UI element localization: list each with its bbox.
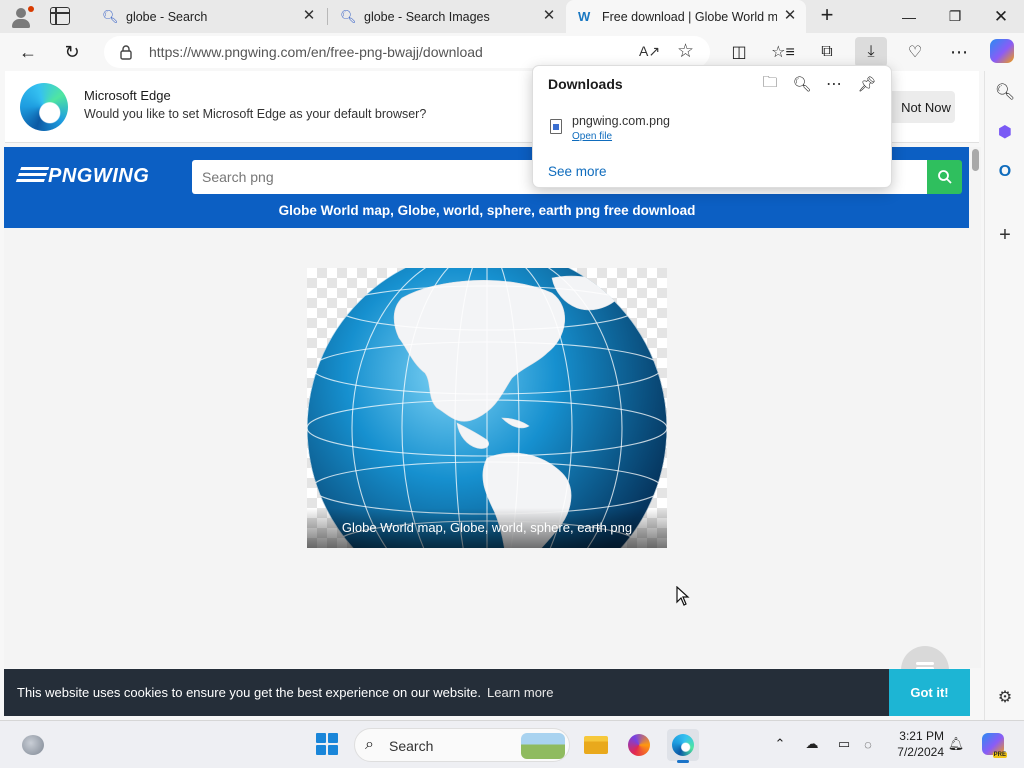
- profile-icon[interactable]: [8, 4, 34, 30]
- globe-image: [307, 268, 667, 548]
- downloaded-file-name[interactable]: pngwing.com.png: [572, 114, 670, 128]
- png-preview-image[interactable]: Globe World map, Globe, world, sphere, e…: [307, 268, 667, 548]
- minimize-button[interactable]: —: [886, 0, 932, 33]
- taskbar-search-label: Search: [389, 738, 434, 754]
- site-search-button[interactable]: [927, 160, 962, 194]
- read-aloud-icon[interactable]: A↗: [639, 43, 660, 60]
- weather-widget-icon[interactable]: [22, 735, 44, 755]
- search-icon[interactable]: 🔍︎: [994, 81, 1016, 103]
- windows-taskbar: ⌕ Search ⌃ ☁ ▭ ◌ 3:21 PM 7/2/2024 🔔︎ PRE: [0, 720, 1024, 768]
- copilot-taskbar-icon[interactable]: PRE: [982, 733, 1007, 758]
- infobar-message: Would you like to set Microsoft Edge as …: [84, 107, 427, 121]
- edge-logo-icon: [20, 83, 68, 131]
- search-icon: 🔍︎: [102, 8, 119, 24]
- tab-title: globe - Search: [126, 9, 208, 24]
- settings-more-icon[interactable]: ⋯: [943, 37, 975, 67]
- search-placeholder: Search png: [202, 169, 274, 185]
- scrollbar-thumb[interactable]: [972, 149, 979, 171]
- search-icon: 🔍︎: [340, 8, 357, 24]
- collections-icon[interactable]: ⧉: [811, 37, 843, 67]
- show-hidden-icons-chevron-icon[interactable]: ⌃: [770, 734, 790, 754]
- mouse-cursor-icon: [676, 586, 690, 606]
- preview-badge: PRE: [992, 752, 1007, 758]
- tab-free-download[interactable]: W Free download | Globe World map, Globe…: [566, 0, 806, 33]
- close-tab-icon[interactable]: ✕: [782, 8, 798, 24]
- close-tab-icon[interactable]: ✕: [541, 8, 557, 24]
- edge-sidebar: 🔍︎ ⬢ O + ⚙: [984, 71, 1024, 720]
- back-button[interactable]: ←: [13, 37, 43, 67]
- notification-bell-icon[interactable]: 🔔︎: [946, 734, 966, 754]
- split-screen-icon[interactable]: ◫: [723, 37, 755, 67]
- search-icon: [937, 170, 952, 184]
- browser-essentials-icon[interactable]: ♡: [899, 37, 931, 67]
- system-clock[interactable]: 3:21 PM 7/2/2024: [884, 728, 944, 760]
- downloads-flyout: Downloads 🗀︎ 🔍︎ ⋯ 📌︎ pngwing.com.png Ope…: [532, 65, 892, 188]
- firefox-icon[interactable]: [623, 729, 655, 761]
- tab-actions-icon[interactable]: [50, 7, 70, 25]
- pngwing-favicon-icon: W: [578, 9, 591, 24]
- page-scrollbar[interactable]: [969, 147, 981, 668]
- wing-logo-icon: [14, 167, 50, 185]
- add-sidebar-app-icon[interactable]: +: [994, 224, 1016, 246]
- file-explorer-icon[interactable]: [580, 729, 612, 761]
- image-caption: Globe World map, Globe, world, sphere, e…: [307, 508, 667, 548]
- favorites-icon[interactable]: ☆≡: [767, 37, 799, 67]
- clock-time: 3:21 PM: [899, 729, 944, 743]
- new-tab-button[interactable]: +: [816, 4, 838, 28]
- restore-button[interactable]: ❐: [932, 0, 978, 33]
- more-options-icon[interactable]: ⋯: [823, 74, 845, 94]
- taskbar-search-box[interactable]: ⌕ Search: [354, 728, 570, 762]
- url-text: https://www.pngwing.com/en/free-png-bwaj…: [149, 44, 483, 60]
- search-icon: ⌕: [365, 736, 374, 753]
- network-icon[interactable]: ◌: [858, 734, 878, 754]
- clock-date: 7/2/2024: [897, 745, 944, 759]
- edge-taskbar-icon[interactable]: [667, 729, 699, 763]
- got-it-button[interactable]: Got it!: [889, 669, 970, 716]
- tab-strip: 🔍︎ globe - Search ✕ 🔍︎ globe - Search Im…: [0, 0, 1024, 33]
- copilot-icon[interactable]: [990, 39, 1014, 63]
- cookie-message: This website uses cookies to ensure you …: [17, 685, 481, 700]
- downloads-title: Downloads: [548, 76, 623, 92]
- address-bar[interactable]: https://www.pngwing.com/en/free-png-bwaj…: [104, 36, 710, 68]
- tab-title: globe - Search Images: [364, 9, 490, 24]
- page-title: Globe World map, Globe, world, sphere, e…: [278, 203, 696, 218]
- pin-icon[interactable]: 📌︎: [856, 74, 878, 94]
- tab-title: Free download | Globe World map, Globe, …: [602, 9, 777, 24]
- close-window-button[interactable]: ✕: [978, 0, 1024, 33]
- infobar-title: Microsoft Edge: [84, 88, 171, 103]
- downloads-icon[interactable]: ⤓: [855, 37, 887, 67]
- web-page: PNGWING Search png Globe World map, Glob…: [4, 147, 970, 668]
- refresh-button[interactable]: ↻: [57, 37, 87, 67]
- cookie-banner: This website uses cookies to ensure you …: [4, 669, 970, 716]
- copilot-sidebar-icon[interactable]: ⬢: [994, 121, 1016, 143]
- search-downloads-icon[interactable]: 🔍︎: [791, 74, 813, 94]
- sidebar-settings-gear-icon[interactable]: ⚙: [994, 686, 1016, 708]
- close-tab-icon[interactable]: ✕: [301, 8, 317, 24]
- display-icon[interactable]: ▭: [834, 734, 854, 754]
- open-file-link[interactable]: Open file: [572, 131, 612, 142]
- see-more-link[interactable]: See more: [548, 164, 607, 179]
- outlook-icon[interactable]: O: [994, 161, 1016, 183]
- tab-globe-search[interactable]: 🔍︎ globe - Search ✕: [90, 0, 325, 33]
- onedrive-icon[interactable]: ☁: [802, 734, 822, 754]
- logo-text: PNGWING: [48, 164, 150, 187]
- search-highlight-image: [521, 733, 565, 759]
- open-downloads-folder-icon[interactable]: 🗀︎: [759, 74, 781, 94]
- pngwing-logo[interactable]: PNGWING: [14, 164, 150, 188]
- learn-more-link[interactable]: Learn more: [487, 685, 553, 700]
- tab-globe-search-images[interactable]: 🔍︎ globe - Search Images ✕: [328, 0, 565, 33]
- lock-icon[interactable]: [118, 44, 134, 60]
- png-file-icon: [550, 119, 562, 134]
- favorite-star-icon[interactable]: ☆: [677, 40, 694, 63]
- start-button[interactable]: [316, 733, 338, 755]
